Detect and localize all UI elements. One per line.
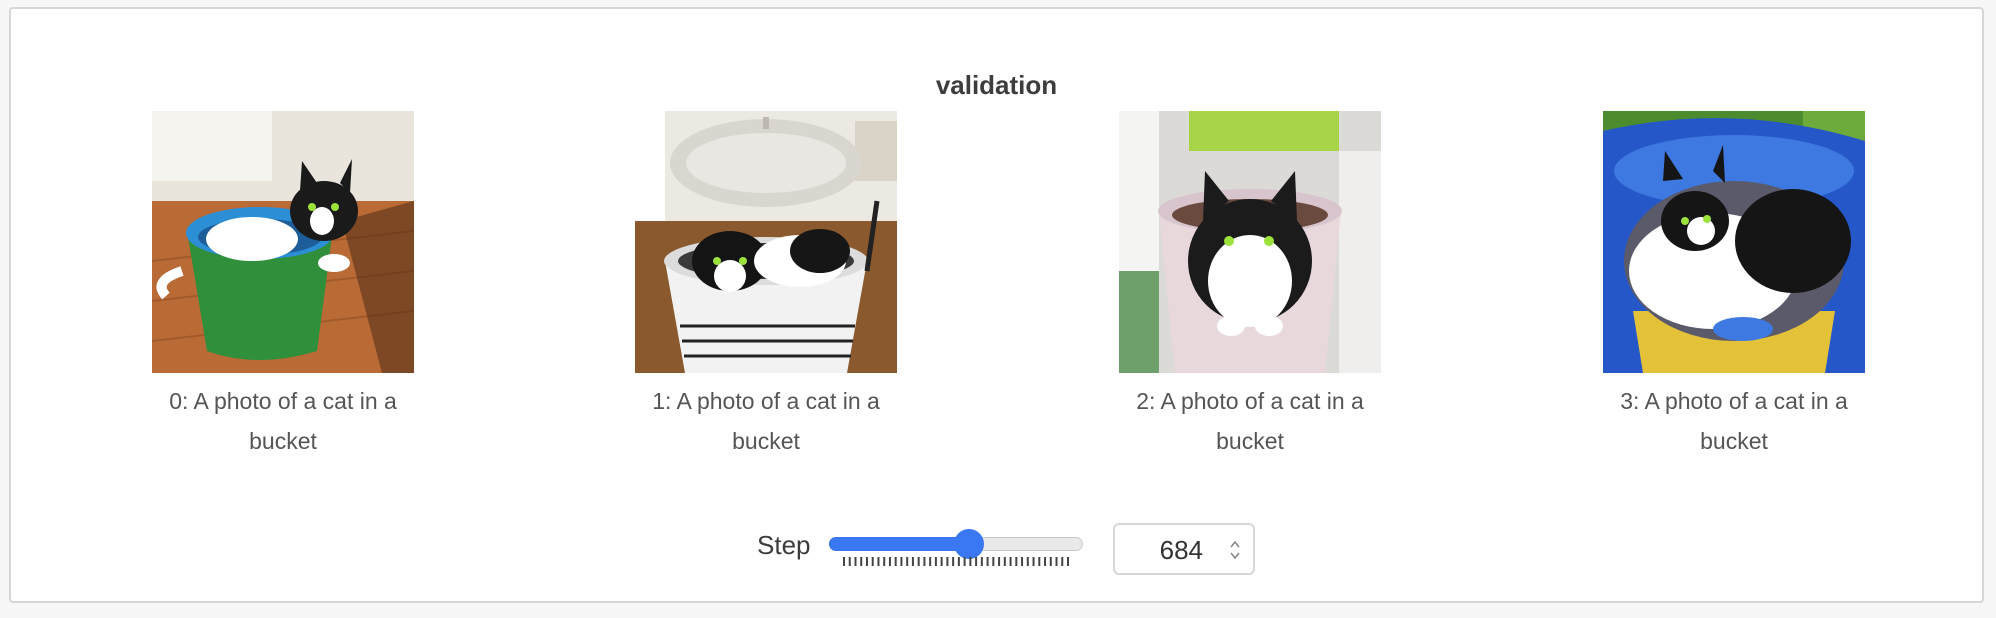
spinner-icon[interactable]	[1229, 537, 1241, 563]
step-number-input[interactable]: 684	[1113, 523, 1255, 575]
step-controls: Step 684	[11, 517, 1982, 577]
image-thumbnail[interactable]	[152, 111, 414, 373]
image-thumbnail[interactable]	[1603, 111, 1865, 373]
gallery-item[interactable]: 3: A photo of a cat in a bucket	[1584, 111, 1884, 461]
slider-handle[interactable]	[954, 529, 984, 559]
slider-ticks	[843, 557, 1069, 566]
image-gallery: 0: A photo of a cat in a bucket 1: A pho…	[11, 111, 1982, 471]
gallery-item[interactable]: 1: A photo of a cat in a bucket	[616, 111, 916, 461]
step-label: Step	[757, 530, 811, 560]
slider-track-fill	[829, 537, 969, 551]
gallery-item[interactable]: 0: A photo of a cat in a bucket	[133, 111, 433, 461]
step-value: 684	[1159, 535, 1203, 565]
panel-title: validation	[935, 70, 1058, 100]
gallery-item[interactable]: 2: A photo of a cat in a bucket	[1100, 111, 1400, 461]
image-caption: 2: A photo of a cat in a bucket	[1136, 388, 1364, 454]
image-caption: 1: A photo of a cat in a bucket	[652, 388, 880, 454]
image-caption: 3: A photo of a cat in a bucket	[1620, 388, 1848, 454]
validation-panel: validation 0: A photo of a cat in a buck…	[9, 7, 1984, 603]
step-slider[interactable]	[829, 525, 1087, 569]
image-caption: 0: A photo of a cat in a bucket	[169, 388, 397, 454]
image-thumbnail[interactable]	[1119, 111, 1381, 373]
image-thumbnail[interactable]	[635, 111, 897, 373]
